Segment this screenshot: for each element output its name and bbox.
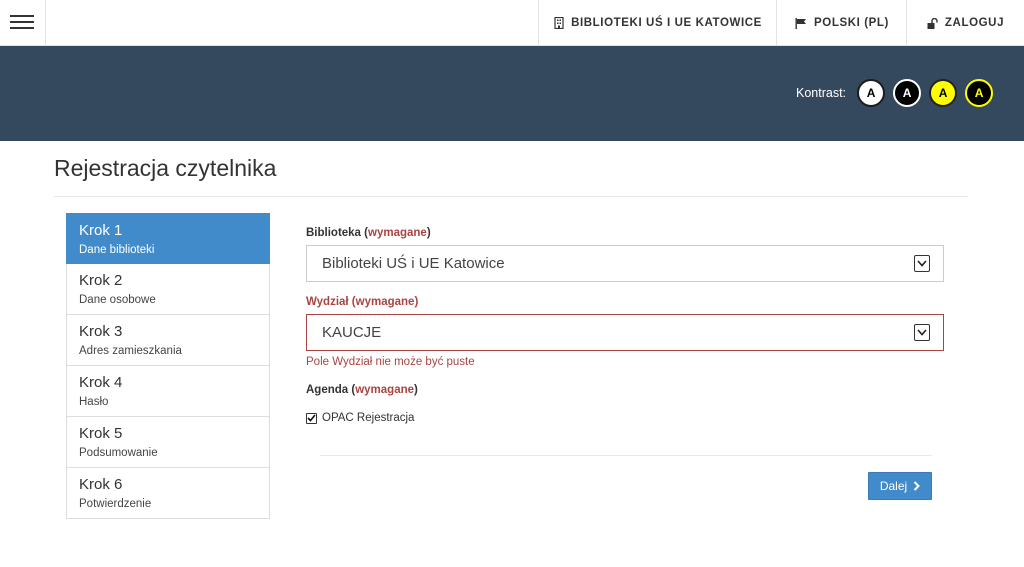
step-subtitle: Hasło xyxy=(79,396,109,408)
contrast-switcher: Kontrast: A A A A xyxy=(796,79,994,107)
steps-list: Krok 1 Dane biblioteki Krok 2 Dane osobo… xyxy=(66,213,270,519)
chevron-right-icon xyxy=(913,481,921,491)
chevron-down-icon xyxy=(914,324,930,341)
unlock-icon xyxy=(927,17,938,29)
nav-language-label: POLSKI (PL) xyxy=(814,17,889,29)
library-label-text: Biblioteka xyxy=(306,227,361,239)
step-subtitle: Dane biblioteki xyxy=(79,244,155,256)
step-subtitle: Adres zamieszkania xyxy=(79,345,182,357)
agenda-required-marker: wymagane xyxy=(355,384,415,396)
agenda-option-row[interactable]: OPAC Rejestracja xyxy=(306,412,414,424)
department-select-value: KAUCJE xyxy=(322,324,382,341)
step-title: Krok 6 xyxy=(79,476,123,493)
top-navigation: BIBLIOTEKI UŚ I UE KATOWICE POLSKI (PL) … xyxy=(0,0,1024,46)
next-button-label: Dalej xyxy=(879,479,908,493)
agenda-label-text: Agenda xyxy=(306,384,349,396)
contrast-default-button[interactable]: A xyxy=(857,79,886,107)
contrast-black-yellow-button[interactable]: A xyxy=(965,79,994,107)
department-error-message: Pole Wydział nie może być puste xyxy=(306,356,475,368)
nav-language-selector[interactable]: POLSKI (PL) xyxy=(776,0,907,46)
step-5[interactable]: Krok 5 Podsumowanie xyxy=(66,417,270,468)
library-select[interactable]: Biblioteki UŚ i UE Katowice xyxy=(306,245,944,282)
step-2[interactable]: Krok 2 Dane osobowe xyxy=(66,264,270,315)
nav-login-link[interactable]: ZALOGUJ xyxy=(906,0,1024,46)
flag-icon xyxy=(795,17,807,29)
department-required-marker: wymagane xyxy=(355,296,415,308)
library-required-marker: wymagane xyxy=(368,227,427,239)
department-label-text: Wydział xyxy=(306,296,349,308)
nav-login-label: ZALOGUJ xyxy=(944,17,1005,29)
step-1[interactable]: Krok 1 Dane biblioteki xyxy=(66,213,270,264)
step-title: Krok 2 xyxy=(79,272,123,289)
department-label: Wydział (wymagane) xyxy=(306,296,419,308)
nav-libraries-label: BIBLIOTEKI UŚ I UE KATOWICE xyxy=(571,17,762,29)
step-title: Krok 4 xyxy=(79,374,123,391)
agenda-checkbox[interactable] xyxy=(306,412,317,424)
step-title: Krok 3 xyxy=(79,323,123,340)
nav-libraries-link[interactable]: BIBLIOTEKI UŚ I UE KATOWICE xyxy=(538,0,777,46)
step-title: Krok 5 xyxy=(79,425,123,442)
contrast-black-white-button[interactable]: A xyxy=(893,79,922,107)
hamburger-menu-icon[interactable] xyxy=(0,0,46,46)
step-6[interactable]: Krok 6 Potwierdzenie xyxy=(66,468,270,519)
building-icon xyxy=(554,17,564,29)
next-button[interactable]: Dalej xyxy=(868,472,932,500)
library-select-value: Biblioteki UŚ i UE Katowice xyxy=(322,255,505,272)
checkmark-icon xyxy=(307,414,316,422)
page-title: Rejestracja czytelnika xyxy=(54,155,277,181)
step-subtitle: Podsumowanie xyxy=(79,447,158,459)
form-divider xyxy=(320,455,932,456)
contrast-yellow-black-button[interactable]: A xyxy=(929,79,958,107)
agenda-option-label: OPAC Rejestracja xyxy=(322,412,415,424)
title-divider xyxy=(54,196,968,197)
step-3[interactable]: Krok 3 Adres zamieszkania xyxy=(66,315,270,366)
step-4[interactable]: Krok 4 Hasło xyxy=(66,366,270,417)
library-label: Biblioteka (wymagane) xyxy=(306,227,431,239)
chevron-down-icon xyxy=(914,255,930,272)
agenda-label: Agenda (wymagane) xyxy=(306,384,418,396)
contrast-label: Kontrast: xyxy=(796,86,847,100)
step-subtitle: Dane osobowe xyxy=(79,294,156,306)
step-subtitle: Potwierdzenie xyxy=(79,498,152,510)
step-title: Krok 1 xyxy=(79,222,123,239)
department-select[interactable]: KAUCJE xyxy=(306,314,944,351)
